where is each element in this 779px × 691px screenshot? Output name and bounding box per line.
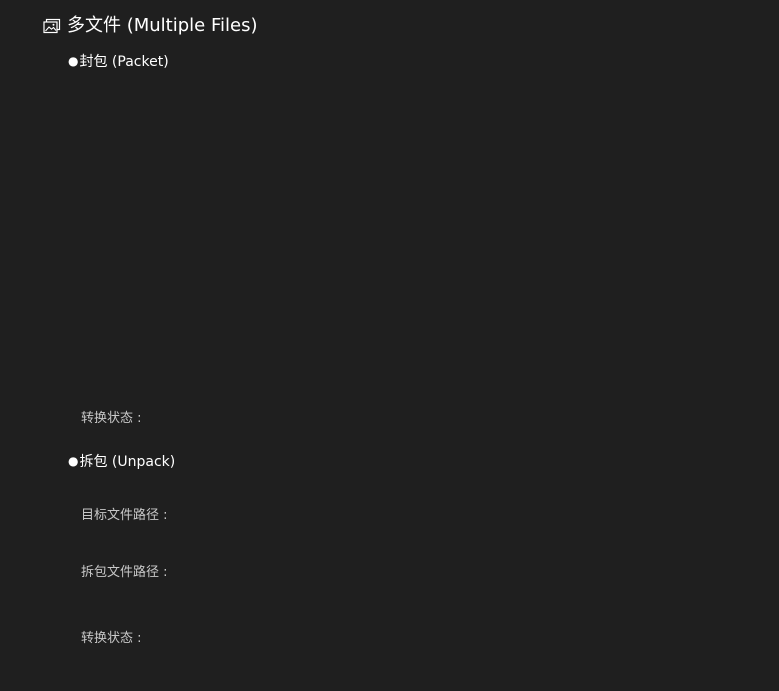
unpack-section-title: ● 拆包 (Unpack): [68, 452, 175, 472]
target-path-label: 目标文件路径 :: [81, 508, 168, 523]
bullet-icon: ●: [68, 454, 79, 468]
unpack-path-label: 拆包文件路径 :: [81, 565, 168, 580]
unpack-status-label: 转换状态 :: [81, 631, 142, 646]
bullet-icon: ●: [68, 54, 79, 68]
image-gallery-icon: [43, 18, 61, 34]
packet-status-label: 转换状态 :: [81, 411, 142, 426]
packet-title: 封包 (Packet): [79, 54, 169, 70]
page-title: 多文件 (Multiple Files): [67, 15, 258, 36]
packet-section-title: ● 封包 (Packet): [68, 52, 169, 72]
page-header: 多文件 (Multiple Files): [43, 12, 258, 40]
unpack-title: 拆包 (Unpack): [79, 454, 176, 470]
